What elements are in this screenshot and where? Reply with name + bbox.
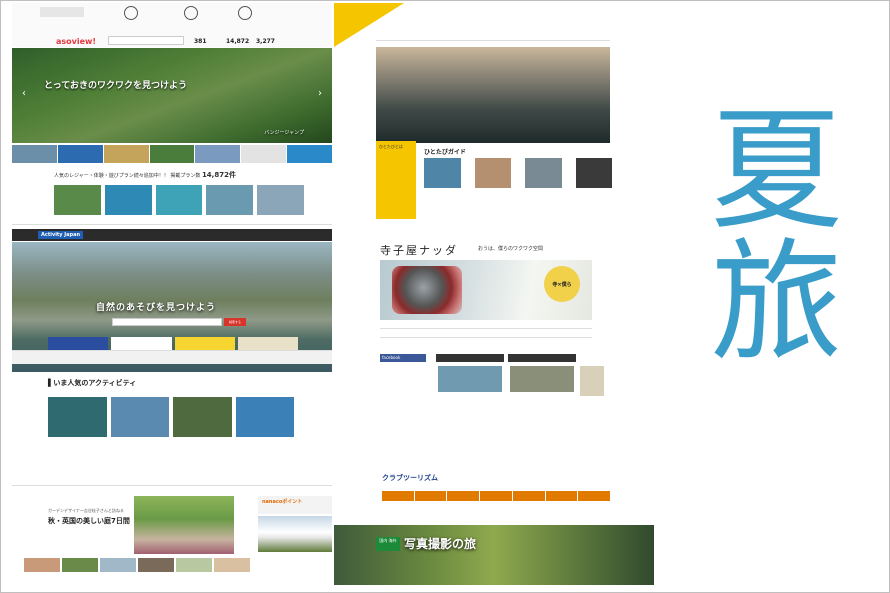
nanaco-label: nanacoポイント [262,499,303,505]
hero-title: とっておきのワクワクを見つけよう [44,81,188,91]
activity-thumb[interactable] [206,185,254,215]
badge-icon [184,6,198,20]
search-input[interactable] [112,318,222,326]
category-bar[interactable] [12,350,332,364]
garden-tour-screenshot: ガーデンデザイナー吉谷桂子さんと訪ねる 秋・英国の美しい庭7日間 nanacoポ… [12,476,332,588]
activity-thumb[interactable] [104,185,152,215]
tagline: おうは、僕らのワクワク空間 [478,246,544,252]
guide-thumb[interactable] [575,158,612,188]
banner-thumb[interactable] [287,145,332,163]
asoview-logo[interactable]: asoview! [56,37,96,46]
banner-thumb[interactable] [149,145,195,163]
guide-thumbnails [424,158,612,188]
column-header [436,354,504,362]
hero-title: 写真撮影の旅 [404,537,477,551]
category-nav [382,491,611,501]
banner-thumb[interactable] [195,145,241,163]
feature-subtitle: ガーデンデザイナー吉谷桂子さんと訪ねる [48,508,124,513]
banner-thumb[interactable] [103,145,149,163]
tour-thumb[interactable] [62,558,98,572]
search-input[interactable] [108,36,184,45]
search-button[interactable]: 検索する [224,318,246,326]
terakoya-nav[interactable] [380,328,592,338]
banner-strip [12,145,332,163]
feature-title: 秋・英国の美しい庭7日間 [48,517,130,525]
clubtourism-screenshot: クラブツーリズム 国内 海外 写真撮影の旅 [334,457,654,587]
hero-image[interactable]: 国内 海外 写真撮影の旅 [334,525,654,585]
popular-thumb[interactable] [235,397,294,437]
hero-caption: バンジージャンプ [264,130,304,136]
banner-thumb[interactable] [12,145,57,163]
stat-value: 381 [194,38,207,45]
terakoya-screenshot: 寺子屋ナッダ おうは、僕らのワクワク空間 寺×僕ら facebook [368,232,608,470]
tour-thumb[interactable] [138,558,174,572]
activity-thumb[interactable] [257,185,304,215]
hero-image[interactable] [376,47,610,143]
facebook-box[interactable]: facebook [380,354,426,362]
hero-title: 自然のあそびを見つけよう [96,303,217,313]
popular-title: ▌いま人気のアクティビティ [48,379,137,387]
hitotabi-nav [376,29,610,41]
prev-arrow-icon[interactable]: ‹ [22,88,26,99]
tour-thumb[interactable] [176,558,212,572]
terakoya-logo[interactable]: 寺子屋ナッダ [380,242,458,258]
tour-badge: 国内 海外 [376,537,400,551]
nav-tab[interactable] [414,491,447,501]
activity-thumb[interactable] [155,185,203,215]
top-nav[interactable] [12,476,332,486]
tour-thumbnails [24,558,250,572]
banner-thumb[interactable] [57,145,103,163]
hero-image[interactable]: ‹ › とっておきのワクワクを見つけよう バンジージャンプ [12,48,332,143]
activity-thumb[interactable] [54,185,101,215]
guide-thumb[interactable] [474,158,511,188]
nav-tab[interactable] [480,491,512,501]
tour-thumb[interactable] [24,558,60,572]
badge-icon [124,6,138,20]
guide-thumb[interactable] [525,158,562,188]
column-header [508,354,576,362]
tour-thumb[interactable] [100,558,136,572]
nav-tab[interactable] [447,491,480,501]
popular-thumb[interactable] [110,397,169,437]
guide-title: ひとたびガイド [424,149,466,156]
popular-thumb[interactable] [48,397,107,437]
train-image[interactable] [258,516,332,552]
activityjapan-screenshot: Activity Japan 自然のあそびを見つけよう 検索する ▌いま人気のア… [12,229,332,469]
stat-value: 3,277 [256,38,275,45]
side-note: ひとたびとは [376,141,416,219]
hero-bottle [392,266,462,314]
nav-tab[interactable] [512,491,545,501]
activity-thumbnails [54,185,304,215]
popular-thumb[interactable] [173,397,232,437]
nav-tab[interactable] [545,491,578,501]
tour-thumb[interactable] [214,558,250,572]
collage-title: 夏旅 [688,100,842,364]
clubtourism-logo[interactable]: クラブツーリズム [382,473,438,483]
asoview-header-info [40,7,84,17]
popular-thumbnails [48,397,294,437]
article-thumb[interactable] [510,366,574,392]
feature-image[interactable] [134,496,234,554]
stat-value: 14,872 [226,38,250,45]
badge-icon [238,6,252,20]
article-thumb[interactable] [438,366,502,392]
asoview-screenshot: asoview! 381 14,872 3,277 ‹ › とっておきのワクワク… [12,3,332,225]
nav-tab[interactable] [578,491,611,501]
article-thumb[interactable] [580,366,604,396]
hero-circle: 寺×僕ら [544,266,580,302]
banner-thumb[interactable] [241,145,287,163]
plans-heading: 人気のレジャー・体験・遊びプラン続々追加中！！ 掲載プラン数 14,872件 [54,171,236,179]
hitotabi-screenshot: ひとたびとは ひとたびガイド [334,3,652,228]
guide-thumb[interactable] [424,158,461,188]
activityjapan-logo[interactable]: Activity Japan [38,231,84,239]
next-arrow-icon[interactable]: › [318,88,322,99]
nav-tab[interactable] [382,491,414,501]
